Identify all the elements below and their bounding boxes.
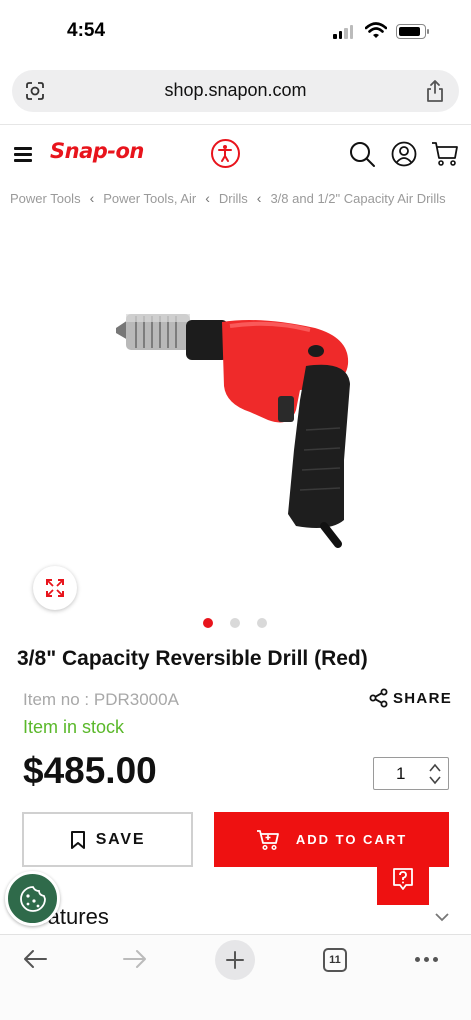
search-icon[interactable]	[349, 141, 376, 168]
add-to-cart-label: ADD TO CART	[295, 832, 408, 847]
tabs-count-button[interactable]: 11	[323, 948, 347, 972]
cart-icon[interactable]	[431, 141, 459, 167]
browser-toolbar: 11	[0, 934, 471, 1020]
forward-arrow-icon[interactable]	[122, 947, 148, 971]
breadcrumb-item[interactable]: Power Tools	[10, 191, 81, 206]
carousel-dot[interactable]	[230, 618, 240, 628]
share-icon	[369, 688, 388, 708]
breadcrumb: Power Tools ‹ Power Tools, Air ‹ Drills …	[10, 190, 446, 206]
chevron-down-icon[interactable]	[434, 912, 450, 922]
menu-icon[interactable]	[14, 147, 32, 162]
breadcrumb-item[interactable]: Power Tools, Air	[103, 191, 196, 206]
battery-icon	[396, 24, 429, 39]
product-title: 3/8" Capacity Reversible Drill (Red)	[17, 647, 368, 670]
breadcrumb-item[interactable]: 3/8 and 1/2" Capacity Air Drills	[270, 191, 445, 206]
breadcrumb-item[interactable]: Drills	[219, 191, 248, 206]
product-image[interactable]	[110, 300, 370, 550]
share-button[interactable]: SHARE	[369, 688, 452, 708]
back-arrow-icon[interactable]	[22, 947, 48, 971]
cellular-signal-icon	[333, 25, 353, 39]
bookmark-icon	[70, 830, 85, 849]
wifi-icon	[365, 22, 387, 38]
stock-status: Item in stock	[23, 717, 125, 737]
accessibility-icon[interactable]	[211, 139, 240, 168]
expand-icon	[46, 579, 64, 597]
cookie-icon	[20, 886, 46, 912]
stepper-arrows-icon[interactable]	[428, 762, 442, 786]
carousel-indicators	[203, 618, 267, 628]
more-options-icon[interactable]	[415, 957, 438, 962]
quantity-stepper[interactable]: 1	[373, 757, 449, 790]
address-bar[interactable]: shop.snapon.com	[12, 70, 459, 112]
account-icon[interactable]	[391, 141, 417, 167]
snap-on-logo[interactable]: Snap-on	[50, 139, 144, 163]
cart-icon	[256, 829, 279, 850]
product-price: $485.00	[23, 750, 157, 791]
quantity-value[interactable]: 1	[396, 764, 405, 784]
carousel-dot[interactable]	[203, 618, 213, 628]
chevron-left-icon: ‹	[205, 190, 210, 206]
cookie-settings-button[interactable]	[5, 871, 60, 926]
site-header: Snap-on	[0, 124, 471, 182]
new-tab-button[interactable]	[215, 940, 255, 980]
status-time: 4:54	[67, 20, 106, 41]
zoom-image-button[interactable]	[33, 566, 77, 610]
save-button[interactable]: SAVE	[22, 812, 193, 867]
chevron-left-icon: ‹	[89, 190, 95, 206]
carousel-dot[interactable]	[257, 618, 267, 628]
item-number: Item no : PDR3000A	[23, 690, 179, 709]
chevron-left-icon: ‹	[256, 190, 262, 206]
help-chat-button[interactable]	[377, 853, 429, 905]
url-text[interactable]: shop.snapon.com	[12, 80, 459, 101]
save-label: SAVE	[95, 830, 146, 848]
help-question-icon	[393, 868, 413, 890]
share-page-icon[interactable]	[425, 79, 445, 103]
plus-icon	[226, 951, 244, 969]
status-bar: 4:54	[0, 0, 471, 62]
share-label: SHARE	[393, 689, 453, 707]
